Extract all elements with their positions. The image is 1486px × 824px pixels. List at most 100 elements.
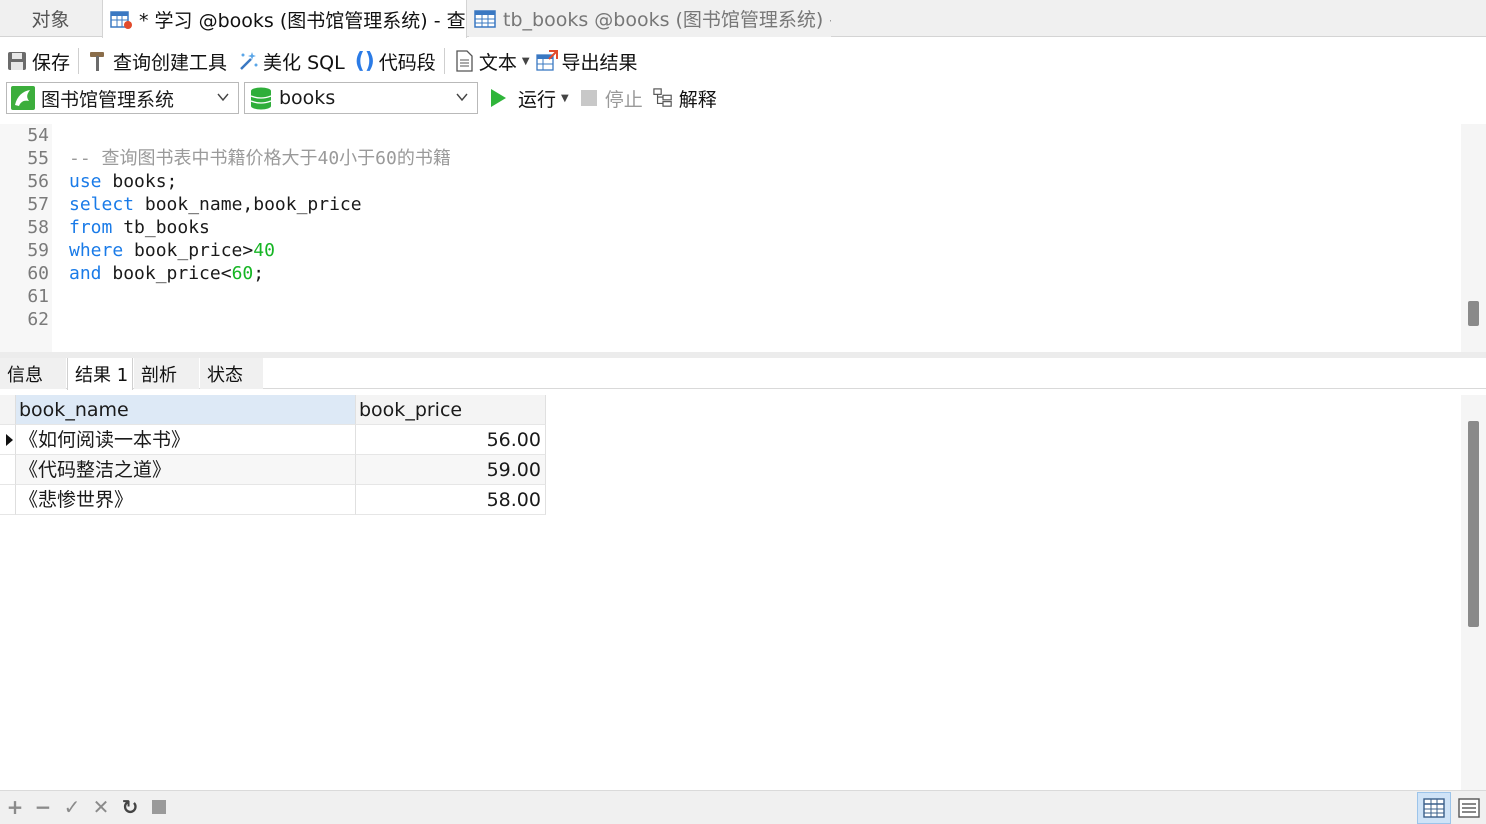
stop-button[interactable]: 停止	[579, 82, 643, 114]
run-label: 运行	[518, 88, 557, 111]
explain-button[interactable]: 解释	[653, 82, 717, 114]
grid-view-button[interactable]	[1417, 792, 1451, 824]
export-table-icon	[535, 50, 558, 71]
beautify-sql-button[interactable]: 美化 SQL	[237, 45, 345, 77]
parentheses-icon: ()	[354, 48, 375, 74]
save-label: 保存	[32, 51, 71, 74]
table-row[interactable]: 《悲惨世界》 58.00	[0, 485, 546, 515]
play-icon	[491, 89, 506, 107]
sql-text: book_price<	[101, 263, 232, 284]
row-indicator[interactable]	[0, 455, 16, 485]
code-text: and book_price<60;	[69, 262, 264, 285]
cell-book-name[interactable]: 《如何阅读一本书》	[16, 425, 356, 455]
toolbar-divider	[78, 48, 80, 74]
hammer-icon	[90, 52, 105, 71]
query-builder-button[interactable]: 查询创建工具	[87, 45, 227, 77]
line-number: 59	[27, 240, 49, 261]
editor-scrollbar[interactable]	[1461, 124, 1486, 352]
database-select[interactable]: books	[244, 82, 478, 114]
code-snippet-button[interactable]: () 代码段	[355, 45, 436, 77]
tab-tb-books[interactable]: tb_books @books (图书馆管理系统) -...	[469, 0, 831, 37]
line-number: 58	[27, 217, 49, 238]
sql-text: books;	[101, 171, 178, 192]
sql-editor[interactable]: 54 55 -- 查询图书表中书籍价格大于40小于60的书籍 56 use books;…	[0, 124, 1461, 352]
query-table-icon	[110, 11, 132, 29]
connection-select[interactable]: 图书馆管理系统	[6, 82, 239, 114]
sql-text: tb_books	[112, 217, 210, 238]
database-select-value: books	[279, 87, 336, 109]
column-header-book-name[interactable]: book_name	[16, 395, 356, 425]
cell-book-price[interactable]: 58.00	[356, 485, 546, 515]
row-indicator[interactable]	[0, 485, 16, 515]
current-row-arrow-icon	[6, 434, 13, 446]
code-text: select book_name,book_price	[69, 193, 362, 216]
line-number: 60	[27, 263, 49, 284]
result-grid-scrollbar-thumb[interactable]	[1468, 421, 1479, 627]
editor-scrollbar-thumb[interactable]	[1468, 301, 1479, 326]
toolbar-divider	[443, 48, 445, 74]
connection-select-value: 图书馆管理系统	[41, 88, 175, 111]
sql-comment: -- 查询图书表中书籍价格大于40小于60的书籍	[69, 148, 451, 169]
sql-keyword: use	[69, 171, 102, 192]
close-icon[interactable]: ✕	[90, 795, 112, 819]
column-header-book-price[interactable]: book_price	[356, 395, 546, 425]
grid-view-icon	[1423, 798, 1445, 818]
tab-objects[interactable]: 对象	[0, 0, 101, 37]
code-text: from tb_books	[69, 216, 210, 239]
sql-keyword: where	[69, 240, 124, 261]
result-tab[interactable]: 状态	[200, 358, 263, 389]
line-number: 54	[27, 125, 49, 146]
text-mode-label: 文本	[478, 51, 517, 74]
result-tab[interactable]: 信息	[0, 358, 66, 389]
refresh-icon[interactable]: ↻	[119, 795, 141, 819]
database-icon	[250, 87, 272, 110]
cell-book-name[interactable]: 《代码整洁之道》	[16, 455, 356, 485]
query-toolbar: 保存 查询创建工具 美化 SQL () 代码段 文本 ▼ 导出结果	[0, 44, 1486, 78]
sql-number: 60	[231, 263, 254, 284]
plus-icon[interactable]: +	[4, 795, 26, 819]
row-indicator[interactable]	[0, 425, 16, 455]
tab-query-label: * 学习 @books (图书馆管理系统) - 查询	[139, 9, 467, 32]
result-tab[interactable]: 剖析	[134, 358, 199, 389]
check-icon[interactable]: ✓	[61, 795, 83, 819]
sql-keyword: and	[69, 263, 102, 284]
chevron-down-icon	[217, 93, 229, 102]
table-row[interactable]: 《如何阅读一本书》 56.00	[0, 425, 546, 455]
export-results-button[interactable]: 导出结果	[535, 45, 638, 77]
save-icon	[8, 52, 26, 70]
cell-book-name[interactable]: 《悲惨世界》	[16, 485, 356, 515]
form-view-button[interactable]	[1452, 792, 1486, 824]
line-number: 56	[27, 171, 49, 192]
code-text: where book_price>40	[69, 239, 275, 262]
table-row[interactable]: 《代码整洁之道》 59.00	[0, 455, 546, 485]
cell-book-price[interactable]: 56.00	[356, 425, 546, 455]
form-view-icon	[1458, 798, 1480, 818]
stop-icon[interactable]	[148, 796, 170, 818]
result-tab[interactable]: 结果 1	[67, 358, 133, 390]
sql-number: 40	[253, 240, 275, 261]
result-grid-scrollbar[interactable]	[1461, 395, 1486, 790]
cell-book-price[interactable]: 59.00	[356, 455, 546, 485]
chevron-down-icon[interactable]: ▼	[522, 56, 530, 67]
sql-text: book_price>	[123, 240, 254, 261]
run-controls: 运行 ▼ 停止 解释	[488, 82, 717, 114]
tab-tb-books-label: tb_books @books (图书馆管理系统) -...	[503, 9, 831, 31]
tab-query[interactable]: * 学习 @books (图书馆管理系统) - 查询	[102, 0, 467, 38]
sql-text: book_name,book_price	[134, 194, 362, 215]
sql-keyword: from	[69, 217, 113, 238]
line-number: 57	[27, 194, 49, 215]
save-button[interactable]: 保存	[6, 45, 70, 77]
mysql-connection-icon	[11, 86, 35, 110]
chevron-down-icon[interactable]: ▼	[561, 93, 569, 104]
tab-objects-label: 对象	[31, 9, 70, 31]
query-builder-label: 查询创建工具	[113, 51, 228, 74]
sql-text: ;	[253, 263, 265, 284]
beautify-sql-label: 美化 SQL	[263, 51, 345, 74]
magic-wand-icon	[240, 52, 258, 70]
code-text: use books;	[69, 170, 177, 193]
text-mode-button[interactable]: 文本 ▼	[453, 45, 530, 77]
run-button[interactable]: 运行 ▼	[488, 82, 569, 114]
stop-icon	[580, 90, 597, 106]
grid-header-row: book_name book_price	[0, 395, 546, 425]
minus-icon[interactable]: −	[32, 795, 54, 819]
